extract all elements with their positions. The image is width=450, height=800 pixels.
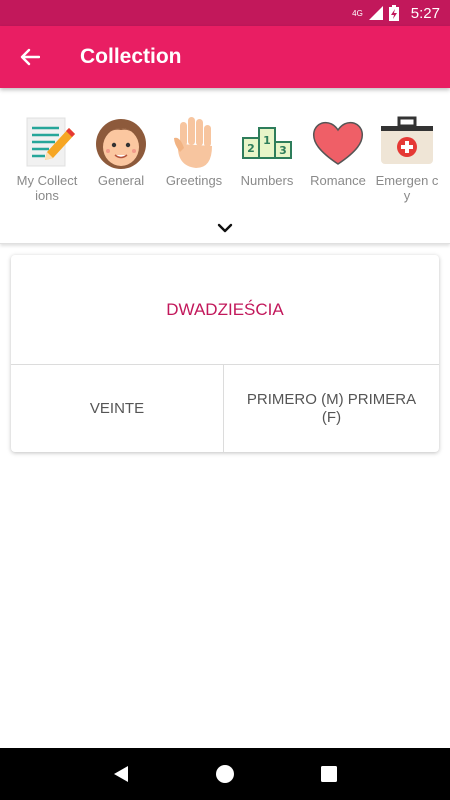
answer-option-2[interactable]: PRIMERO (M) PRIMERA (F) — [224, 365, 439, 452]
back-triangle-icon[interactable] — [112, 765, 130, 783]
status-bar: 4G 5:27 — [0, 0, 450, 26]
heart-icon — [312, 121, 364, 165]
first-aid-kit-icon — [381, 116, 433, 164]
arrow-left-icon — [20, 48, 40, 66]
category-bar: My Collect ions General Greetings 1 2 3 … — [0, 88, 450, 244]
question-word: DWADZIEŚCIA — [11, 255, 439, 365]
svg-text:3: 3 — [279, 144, 287, 157]
category-general[interactable]: General — [88, 114, 154, 188]
clock: 5:27 — [410, 4, 440, 22]
waving-hand-icon — [174, 117, 212, 168]
svg-text:2: 2 — [247, 142, 255, 155]
chevron-down-icon[interactable] — [213, 220, 237, 236]
svg-text:1: 1 — [263, 134, 271, 147]
podium-icon: 1 2 3 — [242, 127, 292, 159]
girl-face-icon — [96, 119, 146, 169]
quiz-card: DWADZIEŚCIA VEINTE PRIMERO (M) PRIMERA (… — [11, 255, 439, 452]
recents-square-icon[interactable] — [320, 765, 338, 783]
network-label: 4G — [352, 8, 363, 18]
app-bar: Collection — [0, 26, 450, 88]
home-circle-icon[interactable] — [215, 764, 235, 784]
category-emergency[interactable]: Emergen cy — [374, 114, 440, 203]
system-nav-bar — [0, 748, 450, 800]
category-label: Romance — [310, 173, 366, 188]
category-numbers[interactable]: 1 2 3 Numbers — [234, 114, 300, 188]
category-label: Emergen cy — [375, 173, 439, 203]
page-title: Collection — [80, 45, 182, 68]
category-label: My Collect ions — [16, 173, 78, 203]
category-greetings[interactable]: Greetings — [161, 114, 227, 188]
category-romance[interactable]: Romance — [305, 114, 371, 188]
category-label: General — [97, 173, 145, 188]
category-my-collections[interactable]: My Collect ions — [14, 114, 80, 203]
answer-option-1[interactable]: VEINTE — [11, 365, 224, 452]
battery-charging-icon — [388, 5, 399, 21]
back-button[interactable] — [0, 26, 60, 88]
category-label: Numbers — [240, 173, 294, 188]
notepad-pencil-icon — [26, 117, 75, 167]
category-label: Greetings — [165, 173, 223, 188]
signal-icon — [368, 6, 383, 20]
